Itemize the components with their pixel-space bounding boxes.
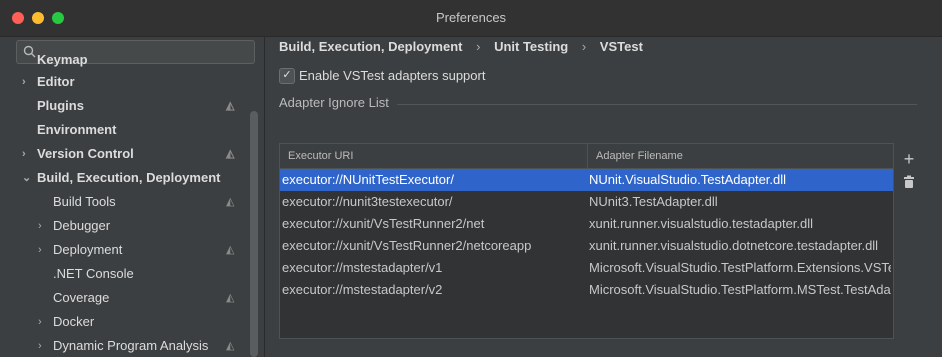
sidebar-item[interactable]: Plugins ◭ [0,95,250,117]
sidebar-item[interactable]: › Dynamic Program Analysis ◭ [0,335,250,357]
shared-settings-icon: ◭ [226,148,235,160]
sidebar-item[interactable]: Coverage ◭ [0,287,250,309]
sidebar-item[interactable]: Environment [0,119,250,141]
sidebar-item-label: Deployment [53,242,123,257]
adapter-filename-cell: NUnit.VisualStudio.TestAdapter.dll [589,172,787,187]
chevron-right-icon[interactable]: › [38,239,50,261]
sidebar-item[interactable]: .NET Console [0,263,250,285]
sidebar-item-label: .NET Console [53,266,134,281]
enable-vstest-label: Enable VSTest adapters support [299,68,486,83]
window-title: Preferences [435,10,507,25]
sidebar-scrollbar[interactable] [250,111,258,357]
breadcrumb-separator: › [476,39,481,54]
breadcrumb: Build, Execution, Deployment › Unit Test… [279,39,653,54]
title-bar: Preferences [0,0,942,37]
preferences-window: Preferences Keymap › Editor Plugins ◭ Environ… [0,0,942,357]
sidebar-item-label: Docker [53,314,95,329]
sidebar-item-label: Build, Execution, Deployment [37,170,221,185]
sidebar-item[interactable]: Keymap [0,49,250,71]
sidebar-item-label: Build Tools [53,194,116,209]
shared-settings-icon: ◭ [226,244,235,256]
sidebar-item[interactable]: › Deployment ◭ [0,239,250,261]
executor-uri-cell: executor://mstestadapter/v1 [282,260,443,275]
adapter-filename-cell: Microsoft.VisualStudio.TestPlatform.MSTe… [589,282,891,297]
sidebar-item-label: Dynamic Program Analysis [53,338,209,353]
breadcrumb-separator: › [581,39,587,54]
sidebar-item[interactable]: › Version Control ◭ [0,143,250,165]
sidebar-item-label: Plugins [37,98,84,113]
table-row[interactable]: executor://xunit/VsTestRunner2/net xunit.… [280,213,893,235]
shared-settings-icon: ◭ [226,196,235,208]
sidebar-item-label: Debugger [53,218,111,233]
sidebar-item[interactable]: ⌄ Build, Execution, Deployment [0,167,250,189]
breadcrumb-item: Unit Testing [494,39,569,54]
chevron-right-icon[interactable]: › [22,71,34,93]
sidebar-item-label: Version Control [37,146,134,161]
ignore-list-title: Adapter Ignore List [279,95,389,110]
column-divider[interactable] [587,144,588,168]
executor-uri-cell: executor://xunit/VsTestRunner2/net [282,216,485,231]
column-header-executor-uri[interactable]: Executor URI [288,144,353,168]
adapter-filename-cell: NUnit3.TestAdapter.dll [589,194,718,209]
column-header-adapter-filename[interactable]: Adapter Filename [596,144,683,168]
sidebar-item[interactable]: › Docker [0,311,250,333]
sidebar-item-label: Keymap [37,52,88,67]
adapter-filename-cell: xunit.runner.visualstudio.dotnetcore.tes… [589,238,879,253]
chevron-right-icon[interactable]: › [38,311,50,333]
vstest-settings-panel: Build, Execution, Deployment › Unit Test… [265,37,942,357]
chevron-right-icon[interactable]: › [22,143,34,165]
table-row[interactable]: executor://xunit/VsTestRunner2/netcoreap… [280,235,893,257]
sidebar-item-label: Editor [37,74,75,89]
chevron-right-icon[interactable]: › [38,215,50,237]
executor-uri-cell: executor://NUnitTestExecutor/ [282,172,454,187]
enable-vstest-checkbox[interactable]: ✓ [279,68,295,84]
adapter-ignore-table: Executor URI Adapter Filename executor:/… [279,143,894,339]
shared-settings-icon: ◭ [226,100,235,112]
breadcrumb-item: VSTest [599,39,643,54]
sidebar-item-label: Environment [37,122,117,137]
shared-settings-icon: ◭ [226,340,235,352]
table-header: Executor URI Adapter Filename [280,144,893,169]
table-row[interactable]: executor://NUnitTestExecutor/NUnit.Visua… [280,169,893,191]
sidebar-item[interactable]: › Editor [0,71,250,93]
adapter-filename-cell: xunit.runner.visualstudio.testadapter.dl… [589,216,814,231]
table-row[interactable]: executor://nunit3testexecutor/NUnit3.Tes… [280,191,893,213]
executor-uri-cell: executor://mstestadapter/v2 [282,282,443,297]
chevron-right-icon[interactable]: › [38,335,50,357]
settings-sidebar: Keymap › Editor Plugins ◭ Environment › Version… [0,37,265,357]
add-icon[interactable]: + [900,150,918,169]
breadcrumb-item: Build, Execution, Deployment [279,39,463,54]
sidebar-item-label: Coverage [53,290,110,305]
table-row[interactable]: executor://mstestadapter/v1 Microsoft.Vis… [280,257,893,279]
sidebar-item[interactable]: Build Tools ◭ [0,191,250,213]
table-row[interactable]: executor://mstestadapter/v2 Microsoft.Vis… [280,279,893,301]
group-divider [397,104,917,105]
adapter-filename-cell: Microsoft.VisualStudio.TestPlatform.Exte… [589,260,891,275]
shared-settings-icon: ◭ [226,292,235,304]
sidebar-item[interactable]: › Debugger [0,215,250,237]
chevron-down-icon[interactable]: ⌄ [22,167,34,189]
delete-icon[interactable] [900,175,918,193]
executor-uri-cell: executor://nunit3testexecutor/ [282,194,453,209]
executor-uri-cell: executor://xunit/VsTestRunner2/netcoreap… [282,238,532,253]
